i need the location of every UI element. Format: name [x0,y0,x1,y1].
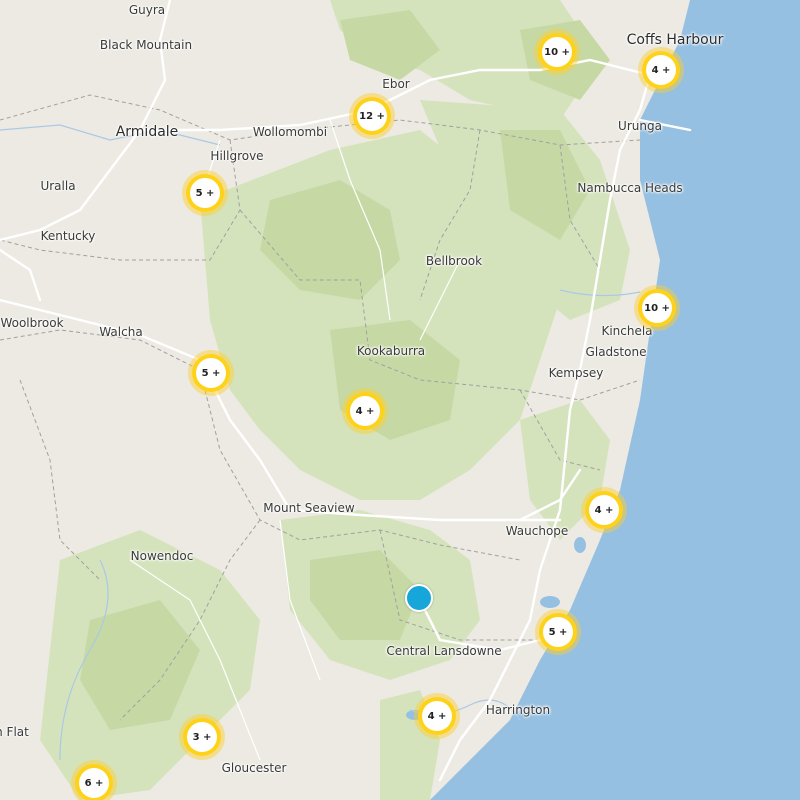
place-label-gladstone: Gladstone [585,345,647,359]
place-label-kookaburra: Kookaburra [356,344,426,358]
cluster-count: 4 + [646,55,676,85]
cluster-count: 12 + [357,101,387,131]
cluster-count: 4 + [422,701,452,731]
cluster-marker[interactable]: 10 + [534,29,580,75]
place-label-kentucky: Kentucky [40,229,96,243]
cluster-count: 4 + [350,396,380,426]
cluster-marker[interactable]: 12 + [349,93,395,139]
cluster-count: 5 + [196,358,226,388]
cluster-marker[interactable]: 5 + [182,170,228,216]
place-label-urunga: Urunga [618,119,662,133]
place-label-wauchope: Wauchope [505,524,569,538]
map-basemap [0,0,800,800]
cluster-marker[interactable]: 3 + [179,714,225,760]
cluster-marker[interactable]: 4 + [638,47,684,93]
cluster-marker[interactable]: 5 + [535,609,581,655]
place-label-black-mountain: Black Mountain [99,38,193,52]
place-label-hillgrove: Hillgrove [210,149,264,163]
place-label-woolbrook: Woolbrook [0,316,64,330]
place-label-uralla: Uralla [40,179,76,193]
place-label-armidale: Armidale [115,124,179,140]
cluster-marker[interactable]: 5 + [188,350,234,396]
map-canvas[interactable]: Guyra Black Mountain Armidale Wollomombi… [0,0,800,800]
place-label-central-lansdowne: Central Lansdowne [386,644,502,658]
place-label-gloucester: Gloucester [221,761,287,775]
location-marker[interactable] [405,584,433,612]
cluster-count: 10 + [642,293,672,323]
place-label-harrington: Harrington [485,703,551,717]
place-label-nambucca-heads: Nambucca Heads [577,181,683,195]
cluster-marker[interactable]: 4 + [414,693,460,739]
cluster-count: 6 + [79,768,109,798]
place-label-guyra: Guyra [128,3,166,17]
cluster-marker[interactable]: 4 + [342,388,388,434]
cluster-count: 5 + [190,178,220,208]
place-label-ebor: Ebor [382,77,410,91]
place-label-kempsey: Kempsey [548,366,604,380]
place-label-walcha: Walcha [99,325,143,339]
cluster-count: 3 + [187,722,217,752]
cluster-marker[interactable]: 6 + [71,760,117,800]
place-label-wollomombi: Wollomombi [252,125,328,139]
cluster-marker[interactable]: 4 + [581,487,627,533]
place-label-nowendoc: Nowendoc [130,549,194,563]
place-label-bellbrook: Bellbrook [425,254,483,268]
place-label-n-flat: n Flat [0,725,29,739]
place-label-coffs-harbour: Coffs Harbour [626,32,724,48]
cluster-count: 10 + [542,37,572,67]
cluster-marker[interactable]: 10 + [634,285,680,331]
cluster-count: 5 + [543,617,573,647]
place-label-mount-seaview: Mount Seaview [263,501,355,515]
cluster-count: 4 + [589,495,619,525]
